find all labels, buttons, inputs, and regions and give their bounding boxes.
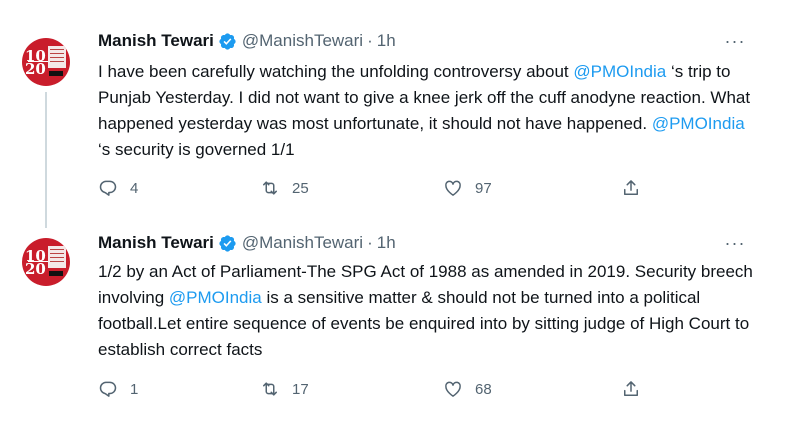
avatar-hat-graphic bbox=[49, 71, 63, 76]
more-options-icon[interactable]: ··· bbox=[720, 233, 750, 253]
tweet-timestamp[interactable]: 1h bbox=[377, 31, 396, 51]
retweet-count: 25 bbox=[292, 179, 309, 197]
like-icon bbox=[445, 180, 461, 196]
text-segment: I have been carefully watching the unfol… bbox=[98, 62, 574, 81]
like-icon bbox=[445, 381, 461, 397]
retweet-icon bbox=[263, 382, 277, 396]
text-segment: ‘s security is governed 1/1 bbox=[98, 140, 295, 159]
like-count: 68 bbox=[475, 380, 492, 398]
mention-link[interactable]: @PMOIndia bbox=[573, 62, 666, 81]
verified-badge-icon bbox=[219, 32, 236, 50]
avatar-number-bottom: 20 bbox=[25, 60, 46, 78]
avatar[interactable]: 10 20 bbox=[22, 238, 70, 286]
tweet[interactable]: 10 20 Manish Tewari @ManishTewari · 1h ·… bbox=[0, 228, 770, 441]
separator-dot: · bbox=[367, 31, 373, 50]
retweet-count: 17 bbox=[292, 380, 309, 398]
tweet[interactable]: 10 20 Manish Tewari @ManishTewari · 1h ·… bbox=[0, 0, 770, 228]
verified-badge-icon bbox=[219, 234, 236, 252]
avatar[interactable]: 10 20 bbox=[22, 38, 70, 86]
retweet-button[interactable]: 25 bbox=[260, 177, 309, 199]
tweet-header: Manish Tewari @ManishTewari · 1h bbox=[98, 233, 396, 253]
reply-icon bbox=[99, 180, 117, 196]
reply-button[interactable]: 1 bbox=[98, 378, 138, 400]
retweet-button[interactable]: 17 bbox=[260, 378, 309, 400]
author-handle[interactable]: @ManishTewari bbox=[242, 233, 363, 253]
like-button[interactable]: 97 bbox=[443, 177, 492, 199]
reply-count: 4 bbox=[130, 179, 139, 197]
mention-link[interactable]: @PMOIndia bbox=[169, 288, 262, 307]
page-margin bbox=[770, 0, 800, 441]
separator-dot: · bbox=[367, 233, 373, 252]
avatar-card-graphic bbox=[48, 246, 66, 268]
mention-link[interactable]: @PMOIndia bbox=[652, 114, 745, 133]
share-icon bbox=[624, 381, 638, 396]
more-options-icon[interactable]: ··· bbox=[720, 31, 750, 51]
reply-button[interactable]: 4 bbox=[98, 177, 138, 199]
like-count: 97 bbox=[475, 179, 492, 197]
tweet-timestamp[interactable]: 1h bbox=[377, 233, 396, 253]
tweet-header: Manish Tewari @ManishTewari · 1h bbox=[98, 31, 396, 51]
reply-icon bbox=[99, 381, 117, 397]
tweet-text: I have been carefully watching the unfol… bbox=[98, 59, 760, 163]
like-button[interactable]: 68 bbox=[443, 378, 492, 400]
reply-count: 1 bbox=[130, 380, 139, 398]
thread-connector-line bbox=[45, 92, 47, 228]
timeline-column: 10 20 Manish Tewari @ManishTewari · 1h ·… bbox=[0, 0, 771, 441]
tweet-text: 1/2 by an Act of Parliament-The SPG Act … bbox=[98, 259, 760, 363]
retweet-icon bbox=[263, 181, 277, 195]
share-button[interactable] bbox=[621, 177, 653, 199]
avatar-number-bottom: 20 bbox=[25, 260, 46, 278]
author-name[interactable]: Manish Tewari bbox=[98, 233, 214, 253]
author-handle[interactable]: @ManishTewari bbox=[242, 31, 363, 51]
share-icon bbox=[624, 180, 638, 195]
avatar-hat-graphic bbox=[49, 271, 63, 276]
share-button[interactable] bbox=[621, 378, 653, 400]
author-name[interactable]: Manish Tewari bbox=[98, 31, 214, 51]
avatar-card-graphic bbox=[48, 46, 66, 68]
